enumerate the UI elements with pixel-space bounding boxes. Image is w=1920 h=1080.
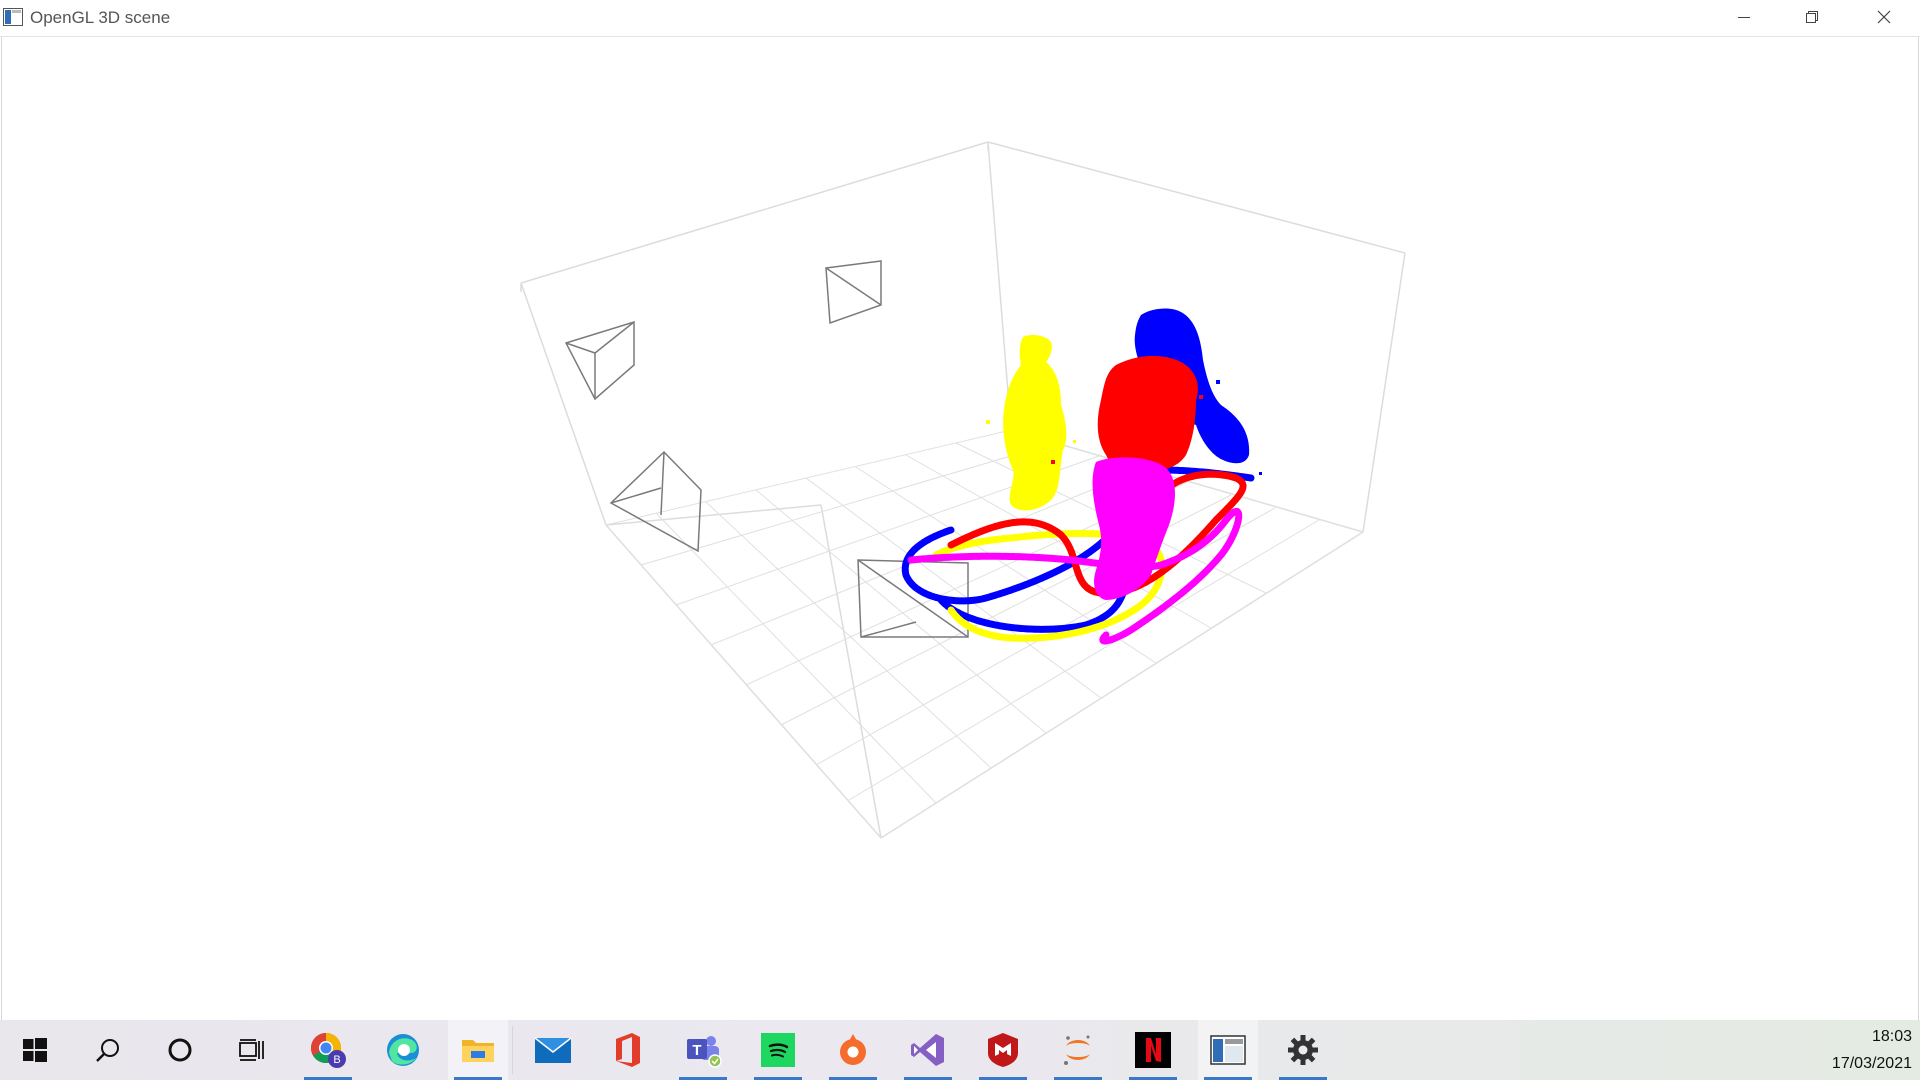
- opengl-window-icon: [1210, 1035, 1246, 1065]
- start-button[interactable]: [5, 1020, 65, 1080]
- jupyter-icon: [1064, 1035, 1090, 1065]
- taskbar-opengl-window[interactable]: [1198, 1020, 1258, 1080]
- point-cloud-yellow: [986, 334, 1076, 511]
- folder-icon: [462, 1040, 494, 1062]
- office-icon: [616, 1033, 640, 1067]
- cortana-circle-icon: [168, 1038, 192, 1062]
- taskbar-mcafee[interactable]: [973, 1020, 1033, 1080]
- origin-icon: [840, 1034, 866, 1065]
- system-clock[interactable]: 18:03 17/03/2021: [1800, 1020, 1920, 1080]
- task-view-button[interactable]: [222, 1020, 282, 1080]
- camera-frustum-3: [609, 450, 702, 553]
- camera-frustum-2: [564, 320, 635, 401]
- taskbar-chrome[interactable]: B: [298, 1020, 358, 1080]
- taskbar-mail[interactable]: [523, 1020, 583, 1080]
- spotify-icon: [761, 1033, 795, 1067]
- netflix-icon: [1135, 1032, 1171, 1068]
- 3d-scene[interactable]: [1, 0, 1920, 1020]
- taskbar-edge[interactable]: [373, 1020, 433, 1080]
- cortana-button[interactable]: [150, 1020, 210, 1080]
- search-button[interactable]: [78, 1020, 138, 1080]
- taskbar-settings[interactable]: [1273, 1020, 1333, 1080]
- taskbar: B T 18:03 17/03/2021: [0, 1020, 1920, 1080]
- taskbar-file-explorer[interactable]: [448, 1020, 508, 1080]
- clock-time: 18:03: [1871, 1028, 1912, 1045]
- taskbar-office[interactable]: [598, 1020, 658, 1080]
- gear-icon: [1288, 1035, 1318, 1065]
- profile-badge: B: [333, 1054, 340, 1066]
- taskbar-teams[interactable]: T: [673, 1020, 733, 1080]
- windows-logo-icon: [23, 1038, 47, 1062]
- svg-text:T: T: [692, 1042, 701, 1059]
- taskbar-visual-studio[interactable]: [898, 1020, 958, 1080]
- opengl-viewport[interactable]: [1, 37, 1919, 1020]
- task-view-icon: [239, 1039, 264, 1061]
- clock-date: 17/03/2021: [1831, 1055, 1912, 1072]
- taskbar-origin[interactable]: [823, 1020, 883, 1080]
- taskbar-separator: [512, 1026, 513, 1074]
- teams-icon: T: [687, 1036, 722, 1068]
- mcafee-icon: [988, 1033, 1018, 1067]
- edge-icon: [387, 1034, 419, 1066]
- taskbar-netflix[interactable]: [1123, 1020, 1183, 1080]
- chrome-icon: B: [310, 1033, 346, 1068]
- camera-frustum-1: [825, 260, 882, 325]
- point-cloud-red: [1051, 355, 1203, 474]
- mail-icon: [534, 1037, 572, 1063]
- search-icon: [96, 1039, 119, 1062]
- taskbar-jupyter[interactable]: [1048, 1020, 1108, 1080]
- visual-studio-icon: [911, 1034, 944, 1066]
- opengl-window[interactable]: OpenGL 3D scene: [0, 0, 1920, 1020]
- taskbar-spotify[interactable]: [748, 1020, 808, 1080]
